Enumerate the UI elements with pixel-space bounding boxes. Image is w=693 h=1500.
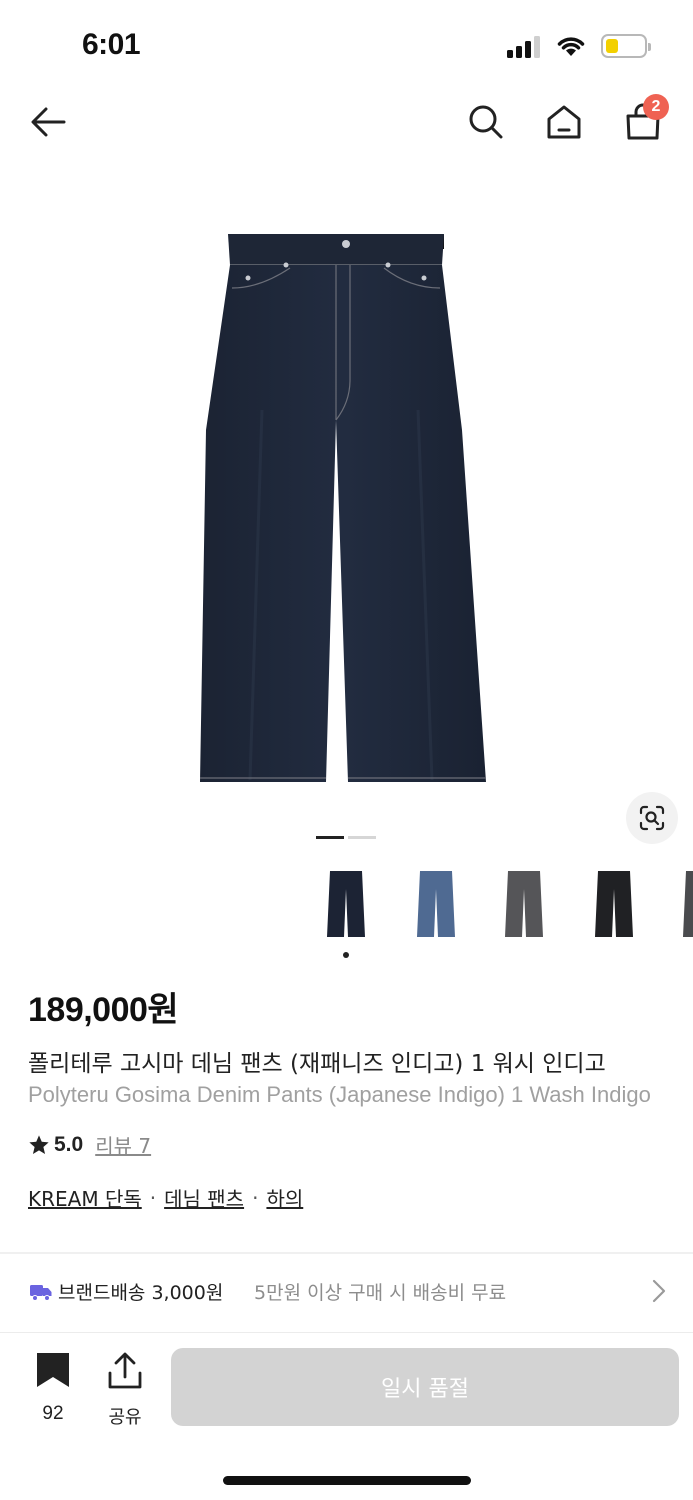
star-icon <box>29 1134 49 1154</box>
sold-out-button[interactable]: 일시 품절 <box>171 1348 679 1426</box>
shipping-fee: 브랜드배송 3,000원 <box>58 1282 224 1304</box>
divider <box>0 1252 693 1254</box>
bookmark-icon <box>37 1353 69 1387</box>
truck-icon <box>30 1285 52 1301</box>
product-title-en: Polyteru Gosima Denim Pants (Japanese In… <box>28 1082 651 1107</box>
share-button[interactable]: 공유 <box>96 1351 154 1428</box>
thumbnail-indigo[interactable] <box>316 862 376 946</box>
tag-kream-exclusive[interactable]: KREAM 단독 <box>28 1183 142 1212</box>
thumbnail-gray[interactable] <box>494 862 554 946</box>
wifi-icon <box>557 37 585 56</box>
pager-dot <box>348 836 376 839</box>
shipping-free-condition: 5만원 이상 구매 시 배송비 무료 <box>254 1282 507 1304</box>
product-price: 189,000원 <box>28 991 179 1029</box>
home-indicator <box>223 1476 471 1485</box>
arrow-left-icon <box>31 107 66 137</box>
product-image[interactable] <box>0 170 693 830</box>
tag-separator: · <box>149 1185 157 1210</box>
bookmark-button[interactable]: 92 <box>24 1351 82 1425</box>
signal-icon <box>507 36 543 58</box>
product-title-ko: 폴리테루 고시마 데님 팬츠 (재패니즈 인디고) 1 워시 인디고 <box>28 1051 606 1077</box>
tag-bottoms[interactable]: 하의 <box>266 1183 303 1212</box>
tag-separator: · <box>252 1185 259 1210</box>
color-thumbnails <box>316 862 693 958</box>
status-bar: 6:01 <box>0 0 693 90</box>
bookmark-count: 92 <box>42 1403 64 1424</box>
jeans-illustration <box>200 234 486 782</box>
thumbnail-charcoal[interactable] <box>672 862 693 946</box>
nav-bar: 2 <box>0 92 693 156</box>
rating-score: 5.0 <box>54 1132 84 1156</box>
back-button[interactable] <box>24 98 72 146</box>
review-link[interactable]: 리뷰 7 <box>95 1130 151 1159</box>
category-tags: KREAM 단독 · 데님 팬츠 · 하의 <box>28 1183 303 1212</box>
chevron-right-icon[interactable] <box>648 1278 670 1304</box>
image-search-button[interactable] <box>626 792 678 844</box>
search-button[interactable] <box>462 98 510 146</box>
home-button[interactable] <box>540 98 588 146</box>
home-icon <box>547 105 581 139</box>
share-icon <box>108 1352 142 1389</box>
thumbnail-black[interactable] <box>584 862 644 946</box>
image-pager <box>316 836 378 840</box>
cart-count-badge: 2 <box>643 94 669 120</box>
pager-dot-active <box>316 836 344 839</box>
status-time: 6:01 <box>82 28 141 61</box>
tag-denim-pants[interactable]: 데님 팬츠 <box>164 1183 244 1212</box>
rating-row: 5.0 리뷰 7 <box>28 1130 151 1159</box>
selected-thumbnail-dot <box>343 952 349 958</box>
scan-lens-icon <box>639 805 665 831</box>
thumbnail-light-blue[interactable] <box>406 862 466 946</box>
cart-button[interactable]: 2 <box>619 94 669 146</box>
battery-icon <box>601 34 651 58</box>
bottom-action-bar: 92 공유 일시 품절 <box>0 1332 693 1500</box>
share-label: 공유 <box>108 1407 142 1428</box>
search-icon <box>469 105 503 139</box>
